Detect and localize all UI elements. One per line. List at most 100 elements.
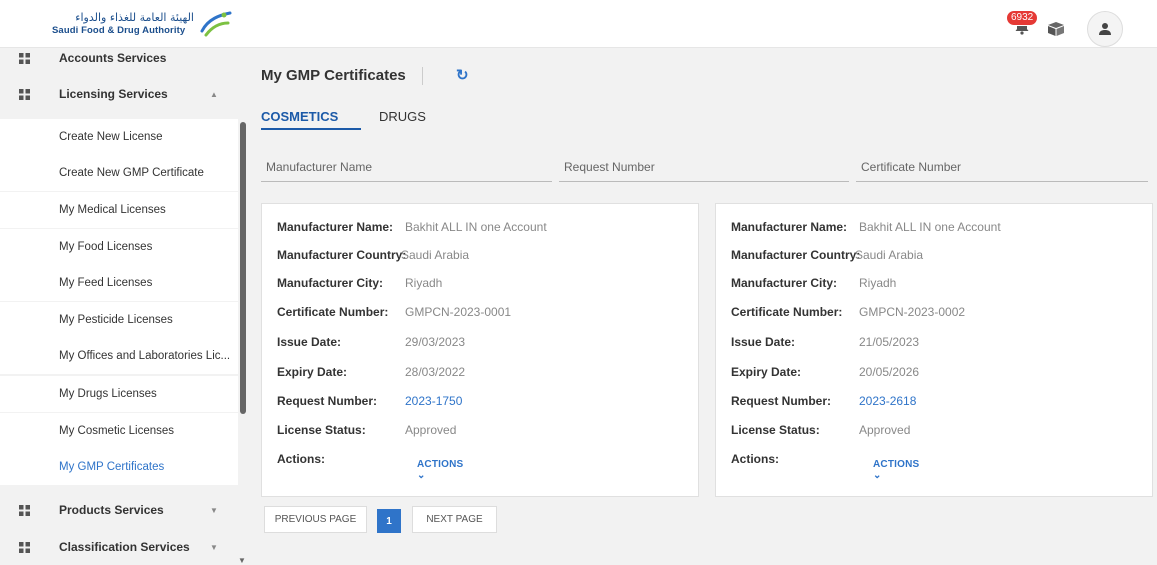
sidebar-group-classification-services[interactable]: Classification Services ▼ — [0, 529, 238, 565]
field-label: Manufacturer Country: — [277, 248, 407, 262]
sidebar-item-my-feed-licenses[interactable]: My Feed Licenses — [0, 265, 238, 301]
scroll-down-arrow-icon[interactable]: ▼ — [238, 556, 246, 565]
logo-arabic-text: الهيئة العامة للغذاء والدواء — [75, 11, 194, 24]
sidebar-group-products-services[interactable]: Products Services ▼ — [0, 492, 238, 528]
sidebar-item-my-pesticide-licenses[interactable]: My Pesticide Licenses — [0, 302, 238, 338]
field-value: 20/05/2026 — [859, 365, 920, 379]
filter-placeholder: Request Number — [564, 160, 655, 174]
manufacturer-name-filter-input[interactable]: Manufacturer Name — [261, 152, 552, 182]
field-value: Riyadh — [405, 276, 443, 290]
user-avatar[interactable] — [1087, 11, 1123, 47]
field-label: Manufacturer Name: — [731, 220, 848, 234]
field-label: Expiry Date: — [731, 365, 802, 379]
sfda-logo[interactable]: الهيئة العامة للغذاء والدواء Saudi Food … — [52, 9, 232, 39]
field-label: Expiry Date: — [277, 365, 348, 379]
field-value: 29/03/2023 — [405, 335, 466, 349]
field-label: Issue Date: — [731, 335, 796, 349]
request-number-link[interactable]: 2023-1750 — [405, 394, 462, 408]
chevron-up-icon: ▲ — [210, 89, 218, 99]
request-number-filter-input[interactable]: Request Number — [559, 152, 849, 182]
previous-page-button[interactable]: PREVIOUS PAGE — [264, 506, 367, 533]
sidebar: Accounts Services Licensing Services ▲ C… — [0, 48, 248, 565]
field-value: Saudi Arabia — [855, 248, 924, 262]
grid-icon — [19, 542, 30, 553]
top-header: الهيئة العامة للغذاء والدواء Saudi Food … — [0, 0, 1157, 48]
field-label: Issue Date: — [277, 335, 342, 349]
field-label: Manufacturer Name: — [277, 220, 394, 234]
page-title: My GMP Certificates — [261, 67, 406, 84]
grid-icon — [19, 505, 30, 516]
refresh-icon[interactable]: ↻ — [456, 66, 469, 84]
field-label: Request Number: — [731, 394, 832, 408]
status-value: Approved — [405, 423, 457, 437]
sidebar-item-label: My Pesticide Licenses — [59, 314, 173, 326]
sidebar-item-label: Create New GMP Certificate — [59, 167, 204, 179]
certificate-number-filter-input[interactable]: Certificate Number — [856, 152, 1148, 182]
field-label: Manufacturer Country: — [731, 248, 861, 262]
sidebar-group-accounts-services[interactable]: Accounts Services — [0, 48, 238, 76]
certificate-card: Manufacturer Name: Bakhit ALL IN one Acc… — [715, 203, 1153, 497]
field-value: 21/05/2023 — [859, 335, 920, 349]
field-label: License Status: — [731, 423, 820, 437]
field-value: Bakhit ALL IN one Account — [859, 220, 1001, 234]
page-number-button[interactable]: 1 — [377, 509, 401, 533]
sidebar-scrollbar-thumb[interactable] — [240, 122, 246, 414]
sidebar-item-my-offices-and-laboratories-licenses[interactable]: My Offices and Laboratories Lic... — [0, 338, 238, 374]
filter-placeholder: Certificate Number — [861, 160, 962, 174]
user-icon — [1099, 23, 1111, 35]
sidebar-item-create-new-gmp-certificate[interactable]: Create New GMP Certificate — [0, 155, 238, 191]
sfda-emblem-icon — [200, 11, 232, 37]
tab-cosmetics[interactable]: COSMETICS — [261, 109, 338, 124]
actions-dropdown-button[interactable]: ACTIONS ⌄ — [417, 459, 463, 481]
sidebar-group-label: Products Services — [59, 503, 164, 517]
certificate-card: Manufacturer Name: Bakhit ALL IN one Acc… — [261, 203, 699, 497]
chevron-down-icon: ▼ — [210, 542, 218, 552]
field-value: GMPCN-2023-0002 — [859, 305, 966, 319]
field-value: GMPCN-2023-0001 — [405, 305, 512, 319]
status-value: Approved — [859, 423, 911, 437]
sidebar-item-label: My Food Licenses — [59, 241, 153, 253]
filter-placeholder: Manufacturer Name — [266, 160, 373, 174]
sidebar-item-my-food-licenses[interactable]: My Food Licenses — [0, 229, 238, 265]
sidebar-item-label: My Offices and Laboratories Lic... — [59, 350, 231, 362]
sidebar-item-my-cosmetic-licenses[interactable]: My Cosmetic Licenses — [0, 413, 238, 449]
field-value: Bakhit ALL IN one Account — [405, 220, 547, 234]
field-label: Actions: — [277, 452, 325, 466]
actions-dropdown-button[interactable]: ACTIONS ⌄ — [873, 459, 919, 481]
sidebar-item-my-drugs-licenses[interactable]: My Drugs Licenses — [0, 376, 238, 412]
logo-english-text: Saudi Food & Drug Authority — [52, 25, 186, 36]
sidebar-item-label: My Drugs Licenses — [59, 388, 157, 400]
request-number-link[interactable]: 2023-2618 — [859, 394, 916, 408]
sidebar-item-label: My Feed Licenses — [59, 277, 153, 289]
sidebar-item-label: Create New License — [59, 131, 163, 143]
title-divider — [422, 67, 423, 85]
sidebar-item-label: My Cosmetic Licenses — [59, 425, 175, 437]
sidebar-group-licensing-services[interactable]: Licensing Services ▲ — [0, 76, 238, 112]
sidebar-item-my-medical-licenses[interactable]: My Medical Licenses — [0, 192, 238, 228]
sidebar-group-label: Accounts Services — [59, 51, 167, 65]
field-label: License Status: — [277, 423, 366, 437]
sidebar-group-label: Classification Services — [59, 540, 190, 554]
field-label: Actions: — [731, 452, 779, 466]
sidebar-item-label: My GMP Certificates — [59, 461, 165, 473]
sidebar-group-label: Licensing Services — [59, 87, 168, 101]
notification-count-badge: 6932 — [1006, 10, 1039, 26]
field-label: Manufacturer City: — [731, 276, 838, 290]
field-label: Certificate Number: — [277, 305, 389, 319]
sidebar-item-label: My Medical Licenses — [59, 204, 166, 216]
field-value: Riyadh — [859, 276, 897, 290]
field-label: Certificate Number: — [731, 305, 843, 319]
grid-icon — [19, 53, 30, 64]
sidebar-item-create-new-license[interactable]: Create New License — [0, 119, 238, 155]
main-content: My GMP Certificates ↻ COSMETICS DRUGS Ma… — [248, 48, 1157, 565]
field-value: Saudi Arabia — [401, 248, 470, 262]
active-tab-indicator — [261, 128, 361, 130]
tab-drugs[interactable]: DRUGS — [379, 109, 426, 124]
field-label: Request Number: — [277, 394, 378, 408]
grid-icon — [19, 89, 30, 100]
field-value: 28/03/2022 — [405, 365, 466, 379]
field-label: Manufacturer City: — [277, 276, 384, 290]
package-icon[interactable] — [1047, 22, 1065, 36]
sidebar-item-my-gmp-certificates[interactable]: My GMP Certificates — [0, 449, 238, 485]
next-page-button[interactable]: NEXT PAGE — [412, 506, 497, 533]
